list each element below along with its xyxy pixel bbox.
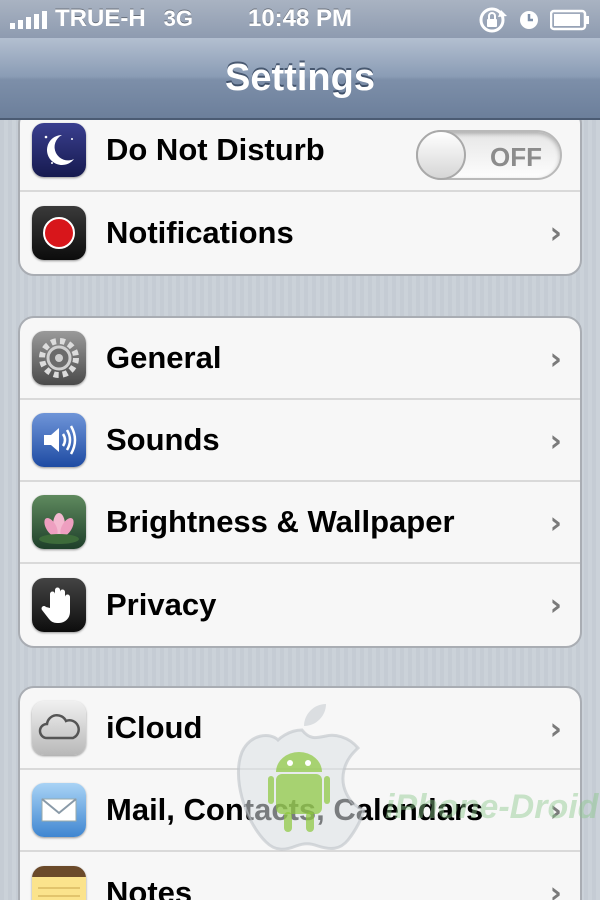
- settings-row-label: General: [106, 340, 222, 375]
- settings-group-2: General › Sounds › Brightness & Wallpape…: [18, 316, 582, 648]
- chevron-right-icon: ›: [549, 588, 562, 623]
- alarm-icon: [520, 11, 538, 29]
- do-not-disturb-toggle[interactable]: OFF: [416, 130, 562, 180]
- chevron-right-icon: ›: [549, 876, 562, 900]
- settings-row-label: Mail, Contacts, Calendars: [106, 792, 484, 827]
- settings-row-label: iCloud: [106, 710, 203, 745]
- page-title: Settings: [225, 56, 375, 99]
- settings-row-label: Do Not Disturb: [106, 132, 325, 167]
- settings-row-label: Privacy: [106, 587, 217, 622]
- notes-icon: [32, 866, 86, 900]
- settings-row-brightness-wallpaper[interactable]: Brightness & Wallpaper ›: [20, 482, 580, 564]
- chevron-right-icon: ›: [549, 216, 562, 251]
- speaker-icon: [32, 413, 86, 467]
- settings-row-mail-contacts-calendars[interactable]: Mail, Contacts, Calendars ›: [20, 770, 580, 852]
- navigation-bar: Settings: [0, 38, 600, 120]
- chevron-right-icon: ›: [549, 712, 562, 747]
- hand-icon: [32, 578, 86, 632]
- cloud-icon: [32, 701, 86, 755]
- carrier-name: TRUE-H: [55, 5, 146, 32]
- signal-icon: [10, 9, 47, 29]
- lotus-icon: [32, 495, 86, 549]
- settings-row-label: Sounds: [106, 422, 220, 457]
- chevron-right-icon: ›: [549, 506, 562, 541]
- chevron-right-icon: ›: [549, 424, 562, 459]
- moon-icon: [32, 123, 86, 177]
- notifications-icon: [32, 206, 86, 260]
- settings-group-3: iCloud › Mail, Contacts, Calendars › Not…: [18, 686, 582, 900]
- chevron-right-icon: ›: [549, 794, 562, 829]
- chevron-right-icon: ›: [549, 342, 562, 377]
- settings-row-label: Brightness & Wallpaper: [106, 504, 455, 539]
- settings-group-1: Do Not Disturb OFF Notifications ›: [18, 120, 582, 276]
- rotation-lock-icon: [479, 7, 507, 33]
- mail-icon: [32, 783, 86, 837]
- settings-row-icloud[interactable]: iCloud ›: [20, 688, 580, 770]
- settings-row-notes[interactable]: Notes ›: [20, 852, 580, 900]
- settings-row-do-not-disturb: Do Not Disturb OFF: [20, 120, 580, 192]
- settings-row-label: Notifications: [106, 215, 294, 250]
- gear-icon: [32, 331, 86, 385]
- toggle-state-label: OFF: [490, 142, 542, 172]
- settings-row-notifications[interactable]: Notifications ›: [20, 192, 580, 274]
- battery-icon: [550, 9, 589, 31]
- settings-row-label: Notes: [106, 875, 193, 900]
- network-type: 3G: [163, 6, 194, 31]
- settings-row-sounds[interactable]: Sounds ›: [20, 400, 580, 482]
- settings-row-privacy[interactable]: Privacy ›: [20, 564, 580, 646]
- status-bar: TRUE-H 3G 10:48 PM: [0, 0, 600, 38]
- settings-list[interactable]: Do Not Disturb OFF Notifications › Gener…: [0, 120, 600, 900]
- toggle-knob: [416, 130, 466, 180]
- settings-row-general[interactable]: General ›: [20, 318, 580, 400]
